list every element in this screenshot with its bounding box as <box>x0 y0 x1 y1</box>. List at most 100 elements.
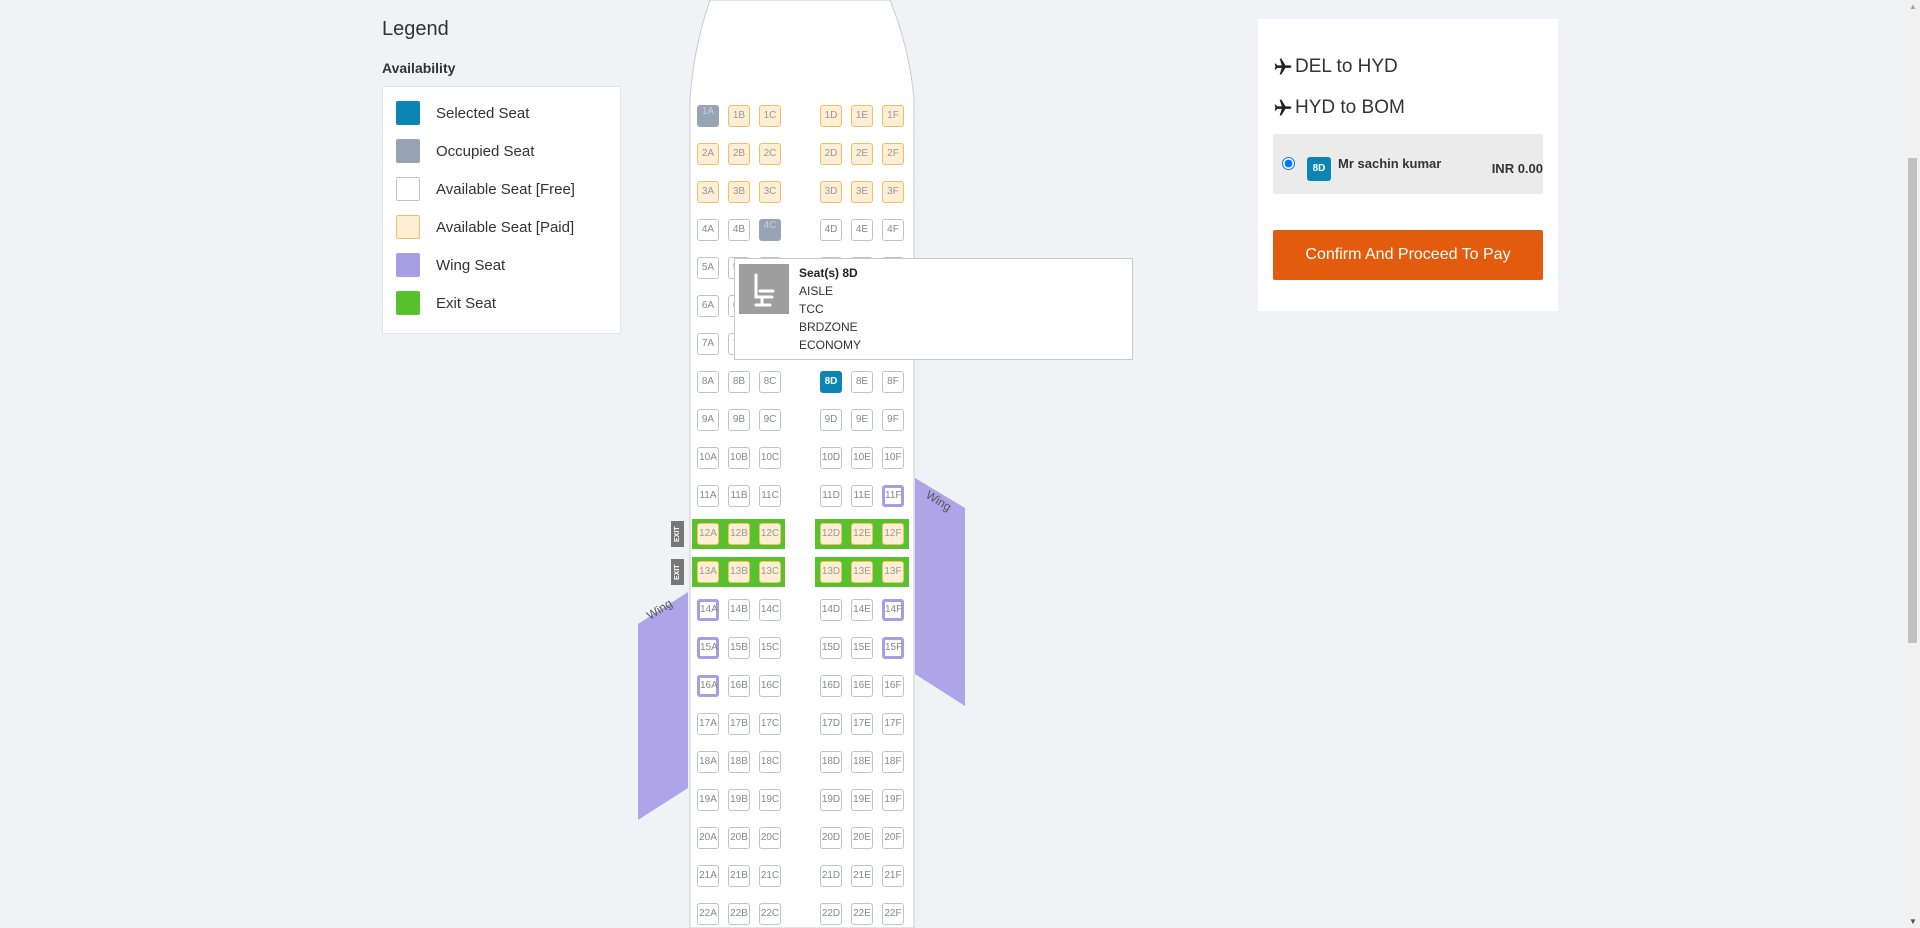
seat-12A[interactable]: 12A <box>697 523 719 545</box>
seat-18D[interactable]: 18D <box>820 751 842 773</box>
seat-18F[interactable]: 18F <box>882 751 904 773</box>
seat-10C[interactable]: 10C <box>759 447 781 469</box>
seat-19F[interactable]: 19F <box>882 789 904 811</box>
seat-10D[interactable]: 10D <box>820 447 842 469</box>
seat-2F[interactable]: 2F <box>882 143 904 165</box>
seat-22B[interactable]: 22B <box>728 903 750 925</box>
seat-16D[interactable]: 16D <box>820 675 842 697</box>
seat-11A[interactable]: 11A <box>697 485 719 507</box>
seat-17D[interactable]: 17D <box>820 713 842 735</box>
seat-13C[interactable]: 13C <box>759 561 781 583</box>
seat-12F[interactable]: 12F <box>882 523 904 545</box>
seat-15E[interactable]: 15E <box>851 637 873 659</box>
scroll-up-arrow-icon[interactable]: ▲ <box>1909 2 1917 11</box>
seat-20F[interactable]: 20F <box>882 827 904 849</box>
seat-15A[interactable]: 15A <box>697 637 719 659</box>
seat-17C[interactable]: 17C <box>759 713 781 735</box>
seat-18B[interactable]: 18B <box>728 751 750 773</box>
seat-14D[interactable]: 14D <box>820 599 842 621</box>
seat-16E[interactable]: 16E <box>851 675 873 697</box>
seat-13D[interactable]: 13D <box>820 561 842 583</box>
seat-16A[interactable]: 16A <box>697 675 719 697</box>
seat-19D[interactable]: 19D <box>820 789 842 811</box>
seat-4F[interactable]: 4F <box>882 219 904 241</box>
seat-11B[interactable]: 11B <box>728 485 750 507</box>
seat-9A[interactable]: 9A <box>697 409 719 431</box>
seat-13A[interactable]: 13A <box>697 561 719 583</box>
seat-21A[interactable]: 21A <box>697 865 719 887</box>
seat-10A[interactable]: 10A <box>697 447 719 469</box>
seat-9C[interactable]: 9C <box>759 409 781 431</box>
seat-10B[interactable]: 10B <box>728 447 750 469</box>
scroll-down-arrow-icon[interactable]: ▼ <box>1909 917 1917 926</box>
seat-11E[interactable]: 11E <box>851 485 873 507</box>
seat-1F[interactable]: 1F <box>882 105 904 127</box>
seat-4D[interactable]: 4D <box>820 219 842 241</box>
seat-21E[interactable]: 21E <box>851 865 873 887</box>
seat-3A[interactable]: 3A <box>697 181 719 203</box>
seat-22D[interactable]: 22D <box>820 903 842 925</box>
page-scrollbar[interactable]: ▲ ▼ <box>1905 0 1920 928</box>
seat-18A[interactable]: 18A <box>697 751 719 773</box>
seat-13F[interactable]: 13F <box>882 561 904 583</box>
seat-14B[interactable]: 14B <box>728 599 750 621</box>
seat-17A[interactable]: 17A <box>697 713 719 735</box>
seat-9E[interactable]: 9E <box>851 409 873 431</box>
seat-2D[interactable]: 2D <box>820 143 842 165</box>
seat-14C[interactable]: 14C <box>759 599 781 621</box>
seat-17E[interactable]: 17E <box>851 713 873 735</box>
seat-15C[interactable]: 15C <box>759 637 781 659</box>
seat-3D[interactable]: 3D <box>820 181 842 203</box>
seat-3E[interactable]: 3E <box>851 181 873 203</box>
seat-15F[interactable]: 15F <box>882 637 904 659</box>
seat-4B[interactable]: 4B <box>728 219 750 241</box>
seat-2A[interactable]: 2A <box>697 143 719 165</box>
passenger-radio[interactable] <box>1282 157 1295 170</box>
seat-11C[interactable]: 11C <box>759 485 781 507</box>
seat-16F[interactable]: 16F <box>882 675 904 697</box>
seat-13E[interactable]: 13E <box>851 561 873 583</box>
seat-8C[interactable]: 8C <box>759 371 781 393</box>
seat-17F[interactable]: 17F <box>882 713 904 735</box>
seat-11F[interactable]: 11F <box>882 485 904 507</box>
seat-20E[interactable]: 20E <box>851 827 873 849</box>
seat-2E[interactable]: 2E <box>851 143 873 165</box>
scroll-thumb[interactable] <box>1908 158 1917 643</box>
seat-21B[interactable]: 21B <box>728 865 750 887</box>
seat-2C[interactable]: 2C <box>759 143 781 165</box>
seat-21C[interactable]: 21C <box>759 865 781 887</box>
seat-17B[interactable]: 17B <box>728 713 750 735</box>
seat-22C[interactable]: 22C <box>759 903 781 925</box>
seat-8D[interactable]: 8D <box>820 371 842 393</box>
seat-13B[interactable]: 13B <box>728 561 750 583</box>
seat-15B[interactable]: 15B <box>728 637 750 659</box>
seat-4C[interactable]: 4C <box>759 219 781 241</box>
seat-1B[interactable]: 1B <box>728 105 750 127</box>
seat-20C[interactable]: 20C <box>759 827 781 849</box>
seat-1C[interactable]: 1C <box>759 105 781 127</box>
seat-3F[interactable]: 3F <box>882 181 904 203</box>
confirm-proceed-to-pay-button[interactable]: Confirm And Proceed To Pay <box>1273 230 1543 280</box>
seat-9D[interactable]: 9D <box>820 409 842 431</box>
seat-8A[interactable]: 8A <box>697 371 719 393</box>
seat-19A[interactable]: 19A <box>697 789 719 811</box>
seat-1D[interactable]: 1D <box>820 105 842 127</box>
seat-1E[interactable]: 1E <box>851 105 873 127</box>
seat-8F[interactable]: 8F <box>882 371 904 393</box>
seat-22F[interactable]: 22F <box>882 903 904 925</box>
seat-18E[interactable]: 18E <box>851 751 873 773</box>
seat-19C[interactable]: 19C <box>759 789 781 811</box>
seat-10E[interactable]: 10E <box>851 447 873 469</box>
seat-1A[interactable]: 1A <box>697 105 719 127</box>
seat-2B[interactable]: 2B <box>728 143 750 165</box>
seat-21D[interactable]: 21D <box>820 865 842 887</box>
seat-12D[interactable]: 12D <box>820 523 842 545</box>
seat-15D[interactable]: 15D <box>820 637 842 659</box>
seat-22E[interactable]: 22E <box>851 903 873 925</box>
seat-20A[interactable]: 20A <box>697 827 719 849</box>
seat-20B[interactable]: 20B <box>728 827 750 849</box>
seat-8B[interactable]: 8B <box>728 371 750 393</box>
seat-9F[interactable]: 9F <box>882 409 904 431</box>
seat-8E[interactable]: 8E <box>851 371 873 393</box>
seat-18C[interactable]: 18C <box>759 751 781 773</box>
